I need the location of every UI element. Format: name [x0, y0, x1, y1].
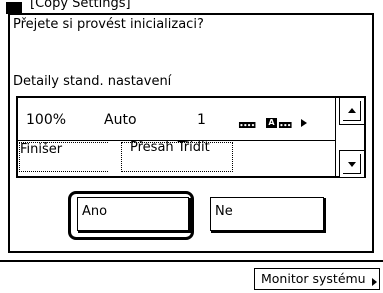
density-scale-icon: ◘◘◘◘: [239, 121, 255, 130]
finisher-value: Finišer: [20, 142, 63, 157]
chevron-right-icon: [372, 278, 377, 286]
paper-value: Auto: [104, 112, 137, 128]
background-window-title: [Copy Settings]: [30, 0, 131, 11]
button-shadow: [78, 198, 191, 233]
dialog-question: Přejete si provést inicializaci?: [13, 17, 204, 32]
arrow-up-icon: [348, 108, 356, 113]
scroll-down-button[interactable]: [339, 150, 365, 178]
sort-value: Přesah Třídit: [130, 140, 210, 155]
details-label: Detaily stand. nastavení: [13, 74, 172, 89]
zoom-value: 100%: [26, 112, 67, 128]
button-shadow: [211, 198, 326, 233]
system-monitor-label: Monitor systému: [261, 271, 366, 286]
density-arrow-icon: [301, 119, 307, 127]
no-button[interactable]: Ne: [210, 197, 326, 233]
density-auto-icon: A: [266, 118, 277, 128]
density-indicator: ◘◘◘◘ A ◘◘◘: [239, 118, 313, 130]
yes-button[interactable]: Ano: [77, 197, 191, 233]
system-monitor-button[interactable]: Monitor systému: [254, 268, 380, 290]
density-scale-icon: ◘◘◘: [279, 121, 291, 130]
panel-scroll-divider: [335, 97, 336, 177]
arrow-down-icon: [348, 162, 356, 167]
copies-value: 1: [197, 112, 206, 128]
scroll-up-button[interactable]: [339, 97, 365, 125]
